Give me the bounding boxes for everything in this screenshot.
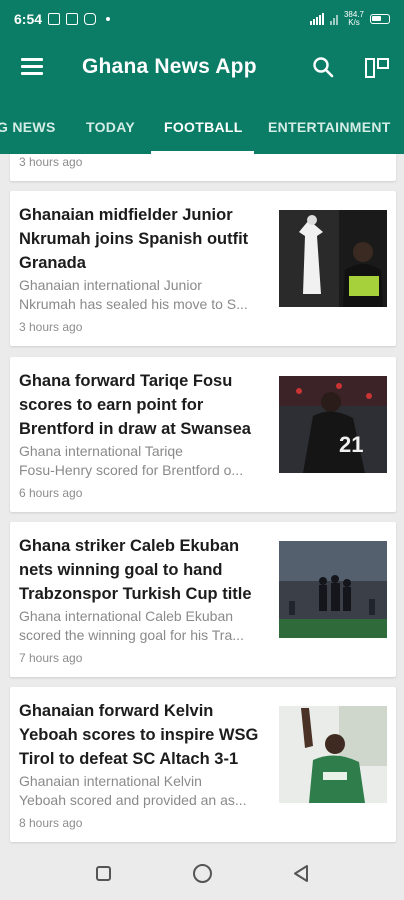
status-time: 6:54 — [14, 11, 43, 27]
news-description: Ghanaian international Kelvin Yeboah sco… — [19, 772, 275, 810]
news-description-line: Ghanaian international Kelvin — [19, 773, 202, 789]
status-left: 6:54 — [14, 11, 111, 27]
status-right: 384.7 K/s — [309, 11, 390, 27]
network-speed: 384.7 K/s — [344, 11, 364, 27]
news-title: Ghanaian midfielder Junior Nkrumah joins… — [19, 203, 269, 275]
back-icon[interactable] — [293, 864, 309, 883]
news-title-line: Trabzonspor Turkish Cup title — [19, 585, 252, 603]
news-time: 7 hours ago — [19, 651, 83, 665]
news-title-line: Ghana forward Tariqe Fosu — [19, 372, 233, 390]
news-card[interactable]: Ghanaian forward Kelvin Yeboah scores to… — [10, 687, 396, 842]
news-description: Ghana international Tariqe Fosu-Henry sc… — [19, 442, 275, 480]
news-title: Ghana striker Caleb Ekuban nets winning … — [19, 534, 269, 606]
news-description-line: scored the winning goal for his Tra... — [19, 627, 244, 643]
tab-entertainment[interactable]: ENTERTAINMENT — [268, 100, 391, 154]
news-card[interactable]: Ghana striker Caleb Ekuban nets winning … — [10, 522, 396, 677]
network-speed-unit: K/s — [348, 18, 360, 27]
news-title-line: Ghanaian forward Kelvin — [19, 702, 214, 720]
tab-football[interactable]: FOOTBALL — [164, 100, 243, 154]
news-time: 3 hours ago — [19, 155, 83, 169]
more-notifications-icon — [106, 17, 111, 21]
news-description-line: Ghana international Tariqe — [19, 443, 183, 459]
category-tabs: G NEWS TODAY FOOTBALL ENTERTAINMENT — [0, 100, 404, 154]
news-title: Ghanaian forward Kelvin Yeboah scores to… — [19, 699, 269, 771]
recent-apps-icon[interactable] — [96, 866, 111, 881]
news-description-line: Nkrumah has sealed his move to S... — [19, 296, 248, 312]
news-title-line: Yeboah scores to inspire WSG — [19, 726, 259, 744]
news-description-line: Fosu-Henry scored for Brentford o... — [19, 462, 244, 478]
news-time: 8 hours ago — [19, 816, 83, 830]
news-title-line: Tirol to defeat SC Altach 3-1 — [19, 750, 239, 768]
news-title-line: Granada — [19, 254, 86, 272]
svg-text:21: 21 — [339, 432, 363, 457]
instagram-notification-icon — [84, 13, 97, 25]
news-description-line: Ghanaian international Junior — [19, 277, 202, 293]
layout-toggle-icon[interactable] — [364, 56, 390, 80]
gallery-notification-icon — [48, 13, 61, 25]
tab-g-news[interactable]: G NEWS — [0, 100, 56, 154]
battery-icon — [370, 14, 390, 24]
news-card[interactable]: Ghana forward Tariqe Fosu scores to earn… — [10, 357, 396, 512]
news-thumbnail — [279, 210, 387, 307]
news-title-line: Ghana striker Caleb Ekuban — [19, 537, 240, 555]
app-title: Ghana News App — [82, 55, 257, 78]
news-title-line: Brentford in draw at Swansea — [19, 420, 251, 438]
news-thumbnail — [279, 541, 387, 638]
news-title: Ghana forward Tariqe Fosu scores to earn… — [19, 369, 269, 441]
news-description-line: Ghana international Caleb Ekuban — [19, 608, 234, 624]
news-thumbnail — [279, 706, 387, 803]
partial-news-card[interactable]: 3 hours ago — [10, 154, 396, 181]
news-thumbnail: 21 — [279, 376, 387, 473]
news-title-line: Nkrumah joins Spanish outfit — [19, 230, 249, 248]
system-nav-bar — [0, 848, 404, 900]
home-icon[interactable] — [193, 864, 212, 883]
signal-2-icon — [329, 13, 338, 25]
news-card[interactable]: Ghanaian midfielder Junior Nkrumah joins… — [10, 191, 396, 346]
tab-today[interactable]: TODAY — [86, 100, 135, 154]
status-bar: 6:54 384.7 K/s — [0, 0, 404, 38]
news-title-line: nets winning goal to hand — [19, 561, 223, 579]
menu-icon[interactable] — [21, 58, 43, 76]
app-bar: Ghana News App — [0, 38, 404, 100]
signal-icon — [309, 13, 324, 25]
message-notification-icon — [66, 13, 79, 25]
news-description-line: Yeboah scored and provided an as... — [19, 792, 247, 808]
news-title-line: Ghanaian midfielder Junior — [19, 206, 233, 224]
news-title-line: scores to earn point for — [19, 396, 204, 414]
news-description: Ghana international Caleb Ekuban scored … — [19, 607, 275, 645]
search-icon[interactable] — [312, 56, 334, 78]
news-time: 6 hours ago — [19, 486, 83, 500]
news-description: Ghanaian international Junior Nkrumah ha… — [19, 276, 275, 314]
news-time: 3 hours ago — [19, 320, 83, 334]
